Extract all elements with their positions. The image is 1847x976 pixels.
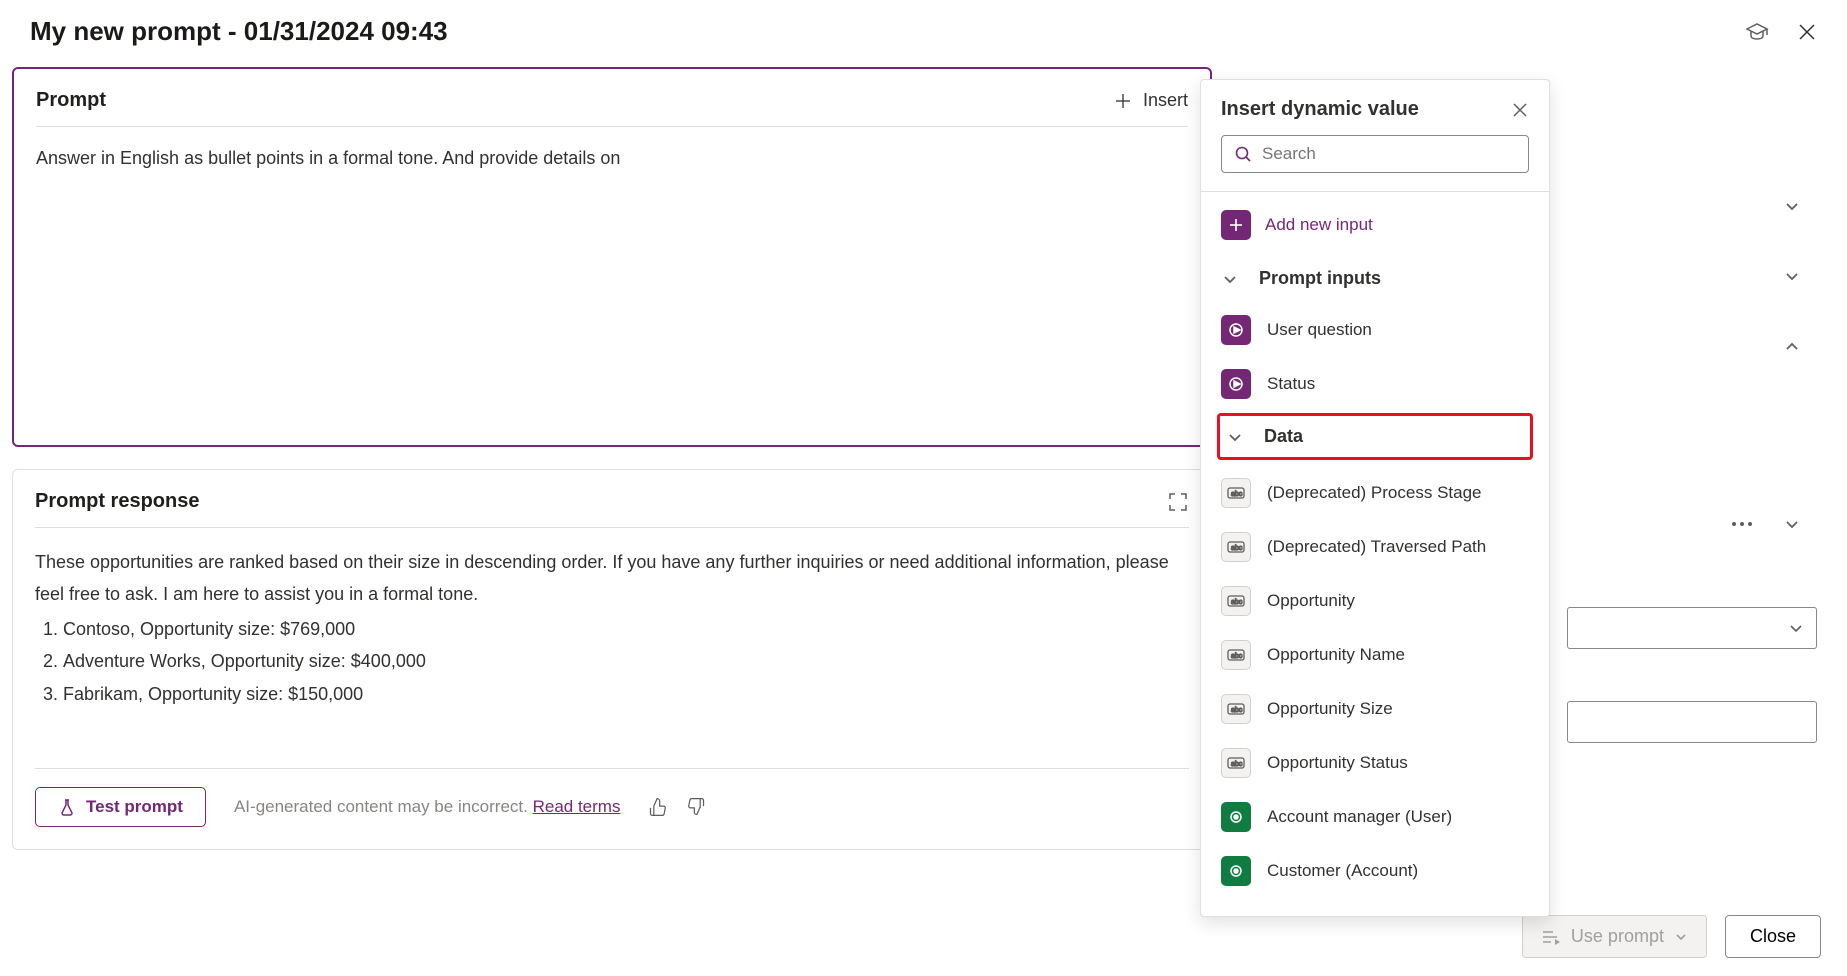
svg-text:abc: abc (1231, 707, 1243, 714)
svg-text:abc: abc (1231, 761, 1243, 768)
search-input[interactable] (1221, 135, 1529, 173)
chevron-down-icon (1674, 930, 1688, 944)
svg-text:abc: abc (1231, 599, 1243, 606)
response-section-title: Prompt response (35, 490, 199, 513)
response-list: Contoso, Opportunity size: $769,000 Adve… (35, 613, 1189, 710)
insert-label: Insert (1143, 90, 1188, 111)
plus-icon (1221, 210, 1251, 240)
field-icon: abc (1221, 694, 1251, 724)
prompt-input-item[interactable]: User question (1201, 303, 1549, 357)
more-icon[interactable] (1731, 521, 1753, 527)
prompt-textarea[interactable]: Answer in English as bullet points in a … (36, 145, 1188, 172)
test-prompt-button[interactable]: Test prompt (35, 787, 206, 827)
data-item-label: (Deprecated) Traversed Path (1267, 537, 1486, 557)
field-icon: abc (1221, 748, 1251, 778)
data-item[interactable]: Customer (Account) (1201, 844, 1549, 898)
svg-text:abc: abc (1231, 491, 1243, 498)
search-field[interactable] (1262, 144, 1516, 164)
page-title: My new prompt - 01/31/2024 09:43 (30, 16, 448, 47)
section-toggle[interactable] (1783, 337, 1801, 355)
data-item-label: Opportunity (1267, 591, 1355, 611)
expand-icon[interactable] (1167, 491, 1189, 513)
section-toggle[interactable] (1783, 515, 1801, 533)
data-item[interactable]: abc Opportunity Size (1201, 682, 1549, 736)
use-prompt-icon (1541, 929, 1561, 945)
learn-icon[interactable] (1745, 20, 1769, 44)
close-dialog-button[interactable] (1797, 22, 1817, 42)
data-item[interactable]: abc (Deprecated) Traversed Path (1201, 520, 1549, 574)
add-new-input[interactable]: Add new input (1201, 192, 1549, 254)
list-item: Adventure Works, Opportunity size: $400,… (63, 645, 1189, 677)
data-item-label: Customer (Account) (1267, 861, 1418, 881)
data-item-label: Account manager (User) (1267, 807, 1452, 827)
use-prompt-button[interactable]: Use prompt (1522, 915, 1707, 958)
chevron-down-icon (1783, 267, 1801, 285)
edge-collapse-controls (1783, 197, 1801, 355)
panel-close-button[interactable] (1511, 101, 1529, 119)
data-item[interactable]: abc Opportunity Name (1201, 628, 1549, 682)
data-item-label: Opportunity Name (1267, 645, 1405, 665)
search-icon (1234, 145, 1252, 163)
input-icon (1221, 369, 1251, 399)
group-prompt-inputs[interactable]: Prompt inputs (1201, 254, 1549, 303)
plus-icon (1113, 91, 1133, 111)
lookup-icon (1221, 802, 1251, 832)
chevron-down-icon (1783, 197, 1801, 215)
chevron-up-icon (1783, 337, 1801, 355)
prompt-section-title: Prompt (36, 89, 106, 112)
response-section: Prompt response These opportunities are … (12, 469, 1212, 850)
data-item[interactable]: abc (Deprecated) Process Stage (1201, 466, 1549, 520)
input-icon (1221, 315, 1251, 345)
section-toggle[interactable] (1783, 197, 1801, 215)
insert-button[interactable]: Insert (1113, 90, 1188, 111)
panel-title: Insert dynamic value (1221, 98, 1419, 121)
prompt-section: Prompt Insert Answer in English as bulle… (12, 67, 1212, 447)
section-toggle[interactable] (1783, 267, 1801, 285)
data-item-label: (Deprecated) Process Stage (1267, 483, 1482, 503)
hidden-select[interactable] (1567, 607, 1817, 649)
chevron-down-icon (1221, 270, 1239, 288)
lookup-icon (1221, 856, 1251, 886)
dialog-footer: Use prompt Close (1522, 915, 1821, 958)
svg-text:abc: abc (1231, 545, 1243, 552)
field-icon: abc (1221, 640, 1251, 670)
data-item-label: Opportunity Status (1267, 753, 1408, 773)
dialog-header: My new prompt - 01/31/2024 09:43 (0, 0, 1847, 67)
field-icon: abc (1221, 532, 1251, 562)
data-item[interactable]: Account manager (User) (1201, 790, 1549, 844)
list-item: Contoso, Opportunity size: $769,000 (63, 613, 1189, 645)
thumbs-up-button[interactable] (648, 797, 668, 817)
prompt-input-item[interactable]: Status (1201, 357, 1549, 411)
group-data[interactable]: Data (1217, 413, 1533, 460)
chevron-down-icon (1783, 515, 1801, 533)
thumbs-down-button[interactable] (686, 797, 706, 817)
data-item-label: Opportunity Size (1267, 699, 1393, 719)
response-body: These opportunities are ranked based on … (35, 546, 1189, 710)
edge-more-row (1731, 515, 1801, 533)
data-item[interactable]: abc Opportunity (1201, 574, 1549, 628)
field-icon: abc (1221, 478, 1251, 508)
flask-icon (58, 798, 76, 816)
read-terms-link[interactable]: Read terms (533, 797, 621, 816)
list-item: Fabrikam, Opportunity size: $150,000 (63, 678, 1189, 710)
svg-text:abc: abc (1231, 653, 1243, 660)
dynamic-value-panel: Insert dynamic value Add new input Promp… (1200, 79, 1550, 917)
header-actions (1745, 20, 1817, 44)
hidden-input[interactable] (1567, 701, 1817, 743)
close-button[interactable]: Close (1725, 915, 1821, 958)
ai-disclaimer: AI-generated content may be incorrect. R… (234, 797, 621, 817)
response-intro: These opportunities are ranked based on … (35, 546, 1189, 611)
field-icon: abc (1221, 586, 1251, 616)
chevron-down-icon (1226, 428, 1244, 446)
data-item[interactable]: abc Opportunity Status (1201, 736, 1549, 790)
chevron-down-icon (1788, 620, 1804, 636)
